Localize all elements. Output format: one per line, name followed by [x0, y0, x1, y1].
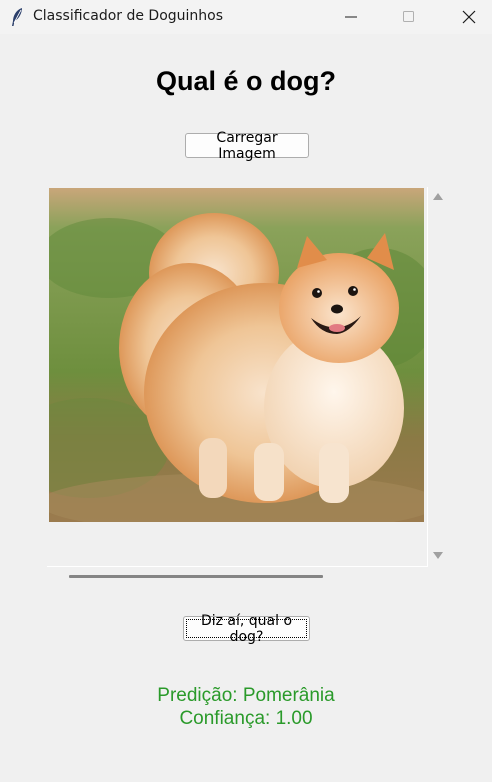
maximize-button[interactable]	[386, 0, 432, 34]
pomeranian-photo	[49, 188, 424, 522]
prediction-label: Predição: Pomerânia	[157, 685, 335, 706]
window-title: Classificador de Doguinhos	[33, 8, 224, 24]
confidence-label: Confiança: 1.00	[179, 708, 313, 729]
title-bar[interactable]: Classificador de Doguinhos	[0, 0, 492, 34]
page-title: Qual é o dog?	[156, 66, 336, 96]
predict-button[interactable]: Diz aí, qual o dog?	[183, 613, 310, 645]
close-button[interactable]	[446, 0, 492, 34]
close-icon	[462, 10, 476, 24]
image-canvas[interactable]	[47, 187, 428, 567]
minimize-icon	[345, 16, 357, 18]
scroll-up-arrow-icon[interactable]	[432, 192, 444, 202]
scroll-down-arrow-icon[interactable]	[432, 550, 444, 560]
load-image-button[interactable]: Carregar Imagem	[185, 130, 309, 162]
minimize-button[interactable]	[328, 0, 374, 34]
feather-icon	[10, 7, 24, 27]
maximize-icon	[403, 11, 414, 22]
horizontal-scrollbar[interactable]	[47, 570, 427, 584]
focus-ring	[186, 619, 307, 638]
horizontal-scroll-thumb[interactable]	[69, 575, 323, 578]
vertical-scrollbar[interactable]	[428, 187, 448, 566]
